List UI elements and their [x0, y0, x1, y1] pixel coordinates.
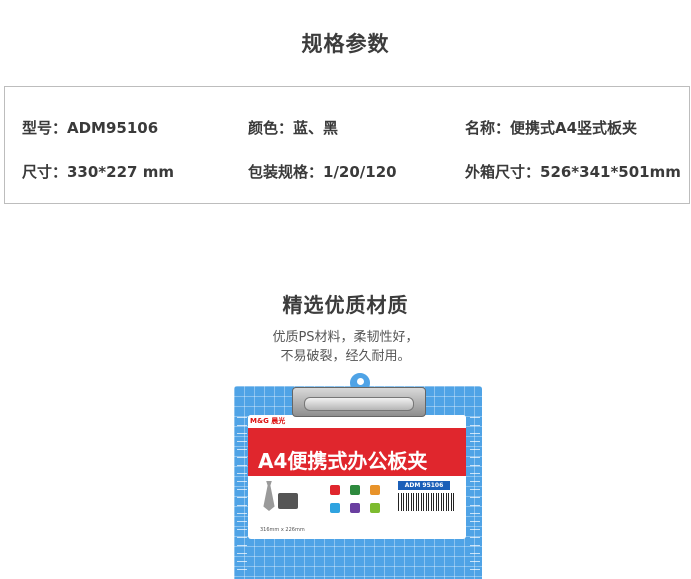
- product-label: M&G 晨光 A4便携式办公板夹 ADM 95106 316mm x 226mm: [248, 415, 466, 539]
- spec-color: 颜色：蓝、黑: [248, 119, 339, 137]
- red-band: A4便携式办公板夹: [248, 428, 466, 476]
- briefcase-icon: [278, 493, 298, 509]
- spec-outer-box: 外箱尺寸：526*341*501mm: [465, 163, 681, 181]
- scale-right: [470, 417, 480, 577]
- model-tag: ADM 95106: [398, 481, 450, 490]
- product-image: M&G 晨光 A4便携式办公板夹 ADM 95106 316mm x 226mm: [234, 373, 484, 579]
- band-text: A4便携式办公板夹: [258, 449, 428, 473]
- spec-name: 名称：便携式A4竖式板夹: [465, 119, 638, 137]
- material-desc-line1: 优质PS材料，柔韧性好，: [272, 330, 419, 345]
- spec-size: 尺寸：330*227 mm: [22, 163, 174, 181]
- clip-lever: [304, 397, 414, 411]
- feature-icon: [330, 485, 340, 495]
- spec-title: 规格参数: [301, 32, 390, 56]
- feature-icon: [370, 503, 380, 513]
- feature-icon: [350, 503, 360, 513]
- feature-icon: [330, 503, 340, 513]
- material-title: 精选优质材质: [282, 293, 409, 317]
- spec-packing: 包装规格：1/20/120: [248, 163, 397, 181]
- scale-left: [237, 417, 247, 577]
- spec-model: 型号：ADM95106: [22, 119, 159, 137]
- feature-icon: [350, 485, 360, 495]
- dimension-text: 316mm x 226mm: [260, 527, 305, 533]
- tie-icon: [263, 481, 275, 511]
- spec-table: 型号：ADM95106 颜色：蓝、黑 名称：便携式A4竖式板夹 尺寸：330*2…: [4, 86, 690, 204]
- barcode: [398, 493, 454, 511]
- feature-icon: [370, 485, 380, 495]
- material-desc-line2: 不易破裂，经久耐用。: [280, 349, 411, 364]
